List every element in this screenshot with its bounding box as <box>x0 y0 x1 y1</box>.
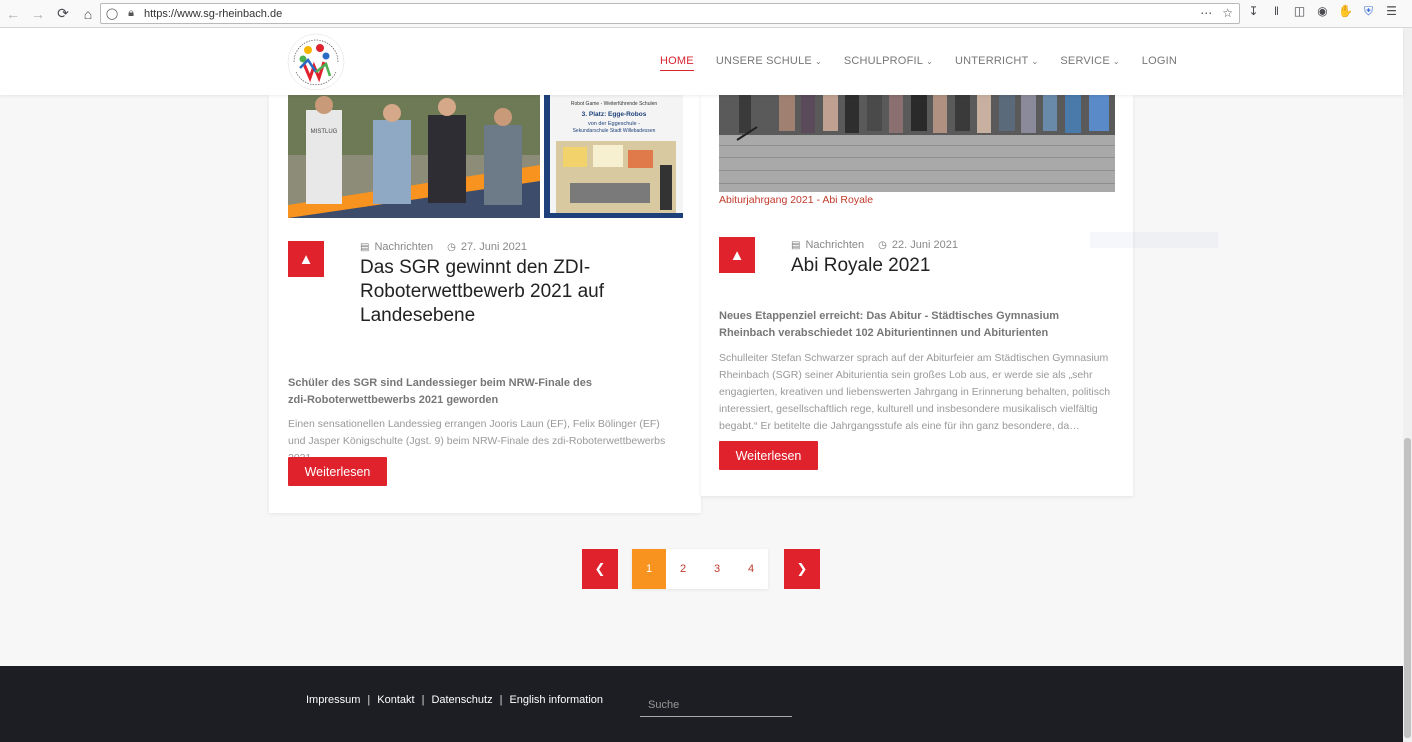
account-icon[interactable]: ◉ <box>1315 4 1330 19</box>
poster-line-4: Sekundarschule Stadt Willebadessen <box>573 128 656 134</box>
footer-link-kontakt[interactable]: Kontakt <box>377 694 414 706</box>
read-more-button[interactable]: Weiterlesen <box>288 457 387 486</box>
page-3-button[interactable]: 3 <box>700 549 734 589</box>
lock-icon[interactable]: 🔒︎ <box>123 7 139 20</box>
article-card-abi: Abiturjahrgang 2021 - Abi Royale ▲ ▤ Nac… <box>701 95 1133 496</box>
shield-extension-icon[interactable]: ⛨ <box>1361 4 1376 19</box>
article-excerpt: Schulleiter Stefan Schwarzer sprach auf … <box>719 352 1111 432</box>
url-text[interactable]: https://www.sg-rheinbach.de <box>144 8 282 20</box>
chevron-left-icon[interactable]: ❮ <box>582 549 618 589</box>
pagination: 1 2 3 4 <box>632 549 768 589</box>
school-logo[interactable] <box>286 32 346 92</box>
clock-icon: ◷ <box>447 241 456 253</box>
address-bar[interactable]: ◯ 🔒︎ https://www.sg-rheinbach.de ⋯ ☆ <box>100 3 1240 24</box>
forward-icon[interactable]: → <box>26 2 50 26</box>
article-title[interactable]: Das SGR gewinnt den ZDI-Roboterwettbewer… <box>360 256 650 328</box>
article-date: 22. Juni 2021 <box>891 239 958 251</box>
page-2-button[interactable]: 2 <box>666 549 700 589</box>
page-4-button[interactable]: 4 <box>734 549 768 589</box>
read-more-button[interactable]: Weiterlesen <box>719 441 818 470</box>
poster-line-2: 3. Platz: Egge-Robos <box>582 111 647 118</box>
document-icon: ▤ <box>360 241 370 253</box>
browser-toolbar: ← → ⟳ ⌂ ◯ 🔒︎ https://www.sg-rheinbach.de… <box>0 0 1412 28</box>
image-caption: Abiturjahrgang 2021 - Abi Royale <box>719 194 874 206</box>
article-meta: ▤ Nachrichten ◷ 22. Juni 2021 <box>791 239 958 251</box>
chevron-down-icon: ⌄ <box>1112 56 1120 66</box>
article-lead: Neues Etappenziel erreicht: Das Abitur -… <box>719 310 1060 339</box>
pin-icon: ▲ <box>719 237 755 273</box>
shield-icon[interactable]: ◯ <box>104 7 120 20</box>
sidebar-icon[interactable]: ◫ <box>1292 4 1307 19</box>
footer-link-datenschutz[interactable]: Datenschutz <box>431 694 492 706</box>
article-image-zdi[interactable]: MISTLUG Robot Game - Weiterführende Schu… <box>288 95 683 218</box>
article-category[interactable]: Nachrichten <box>374 241 433 253</box>
nav-home[interactable]: HOME <box>660 55 694 71</box>
extension-icon[interactable]: ✋ <box>1338 4 1353 19</box>
footer-links: Impressum | Kontakt | Datenschutz | Engl… <box>306 694 604 706</box>
article-title[interactable]: Abi Royale 2021 <box>791 254 1091 278</box>
article-card-zdi: MISTLUG Robot Game - Weiterführende Schu… <box>269 95 701 513</box>
bookmark-star-icon[interactable]: ☆ <box>1222 6 1233 20</box>
page-scrollbar[interactable] <box>1403 28 1412 742</box>
page-1-button[interactable]: 1 <box>632 549 666 589</box>
article-meta: ▤ Nachrichten ◷ 27. Juni 2021 <box>360 241 527 253</box>
chevron-down-icon: ⌄ <box>814 56 822 66</box>
pin-icon: ▲ <box>288 241 324 277</box>
poster-line-1: Robot Game - Weiterführende Schulen <box>571 101 658 107</box>
chevron-down-icon: ⌄ <box>926 56 933 66</box>
home-icon[interactable]: ⌂ <box>76 2 100 26</box>
article-lead: Schüler des SGR sind Landessieger beim N… <box>288 377 592 406</box>
site-header: HOME UNSERE SCHULE ⌄ SCHULPROFIL ⌄ UNTERRI… <box>0 28 1403 95</box>
library-icon[interactable]: ‖ <box>1269 4 1284 19</box>
reload-icon[interactable]: ⟳ <box>51 2 75 26</box>
article-image-abi[interactable] <box>719 95 1115 192</box>
page-actions-icon[interactable]: ⋯ <box>1200 6 1212 20</box>
article-date: 27. Juni 2021 <box>460 241 527 253</box>
faded-overlay <box>1090 232 1218 248</box>
shirt-text: MISTLUG <box>311 129 338 135</box>
search-input[interactable] <box>640 694 792 717</box>
nav-login[interactable]: LOGIN <box>1142 55 1177 71</box>
back-icon[interactable]: ← <box>1 2 25 26</box>
article-category[interactable]: Nachrichten <box>805 239 864 251</box>
poster-line-3: von der Eggeschule - <box>588 121 640 127</box>
chevron-right-icon[interactable]: ❯ <box>784 549 820 589</box>
nav-unsere-schule[interactable]: UNSERE SCHULE ⌄ <box>716 55 822 71</box>
footer-link-english[interactable]: English information <box>509 694 603 706</box>
nav-service[interactable]: SERVICE ⌄ <box>1060 55 1119 71</box>
document-icon: ▤ <box>791 239 801 251</box>
site-footer: Impressum | Kontakt | Datenschutz | Engl… <box>0 666 1403 742</box>
menu-icon[interactable]: ☰ <box>1384 4 1399 19</box>
download-icon[interactable]: ↧ <box>1246 4 1261 19</box>
footer-link-impressum[interactable]: Impressum <box>306 694 360 706</box>
nav-unterricht[interactable]: UNTERRICHT ⌄ <box>955 55 1038 71</box>
nav-schulprofil[interactable]: SCHULPROFIL ⌄ <box>844 55 933 71</box>
clock-icon: ◷ <box>878 239 887 251</box>
main-navigation: HOME UNSERE SCHULE ⌄ SCHULPROFIL ⌄ UNTERRI… <box>660 55 1199 71</box>
chevron-down-icon: ⌄ <box>1031 56 1039 66</box>
scrollbar-thumb[interactable] <box>1404 438 1411 738</box>
